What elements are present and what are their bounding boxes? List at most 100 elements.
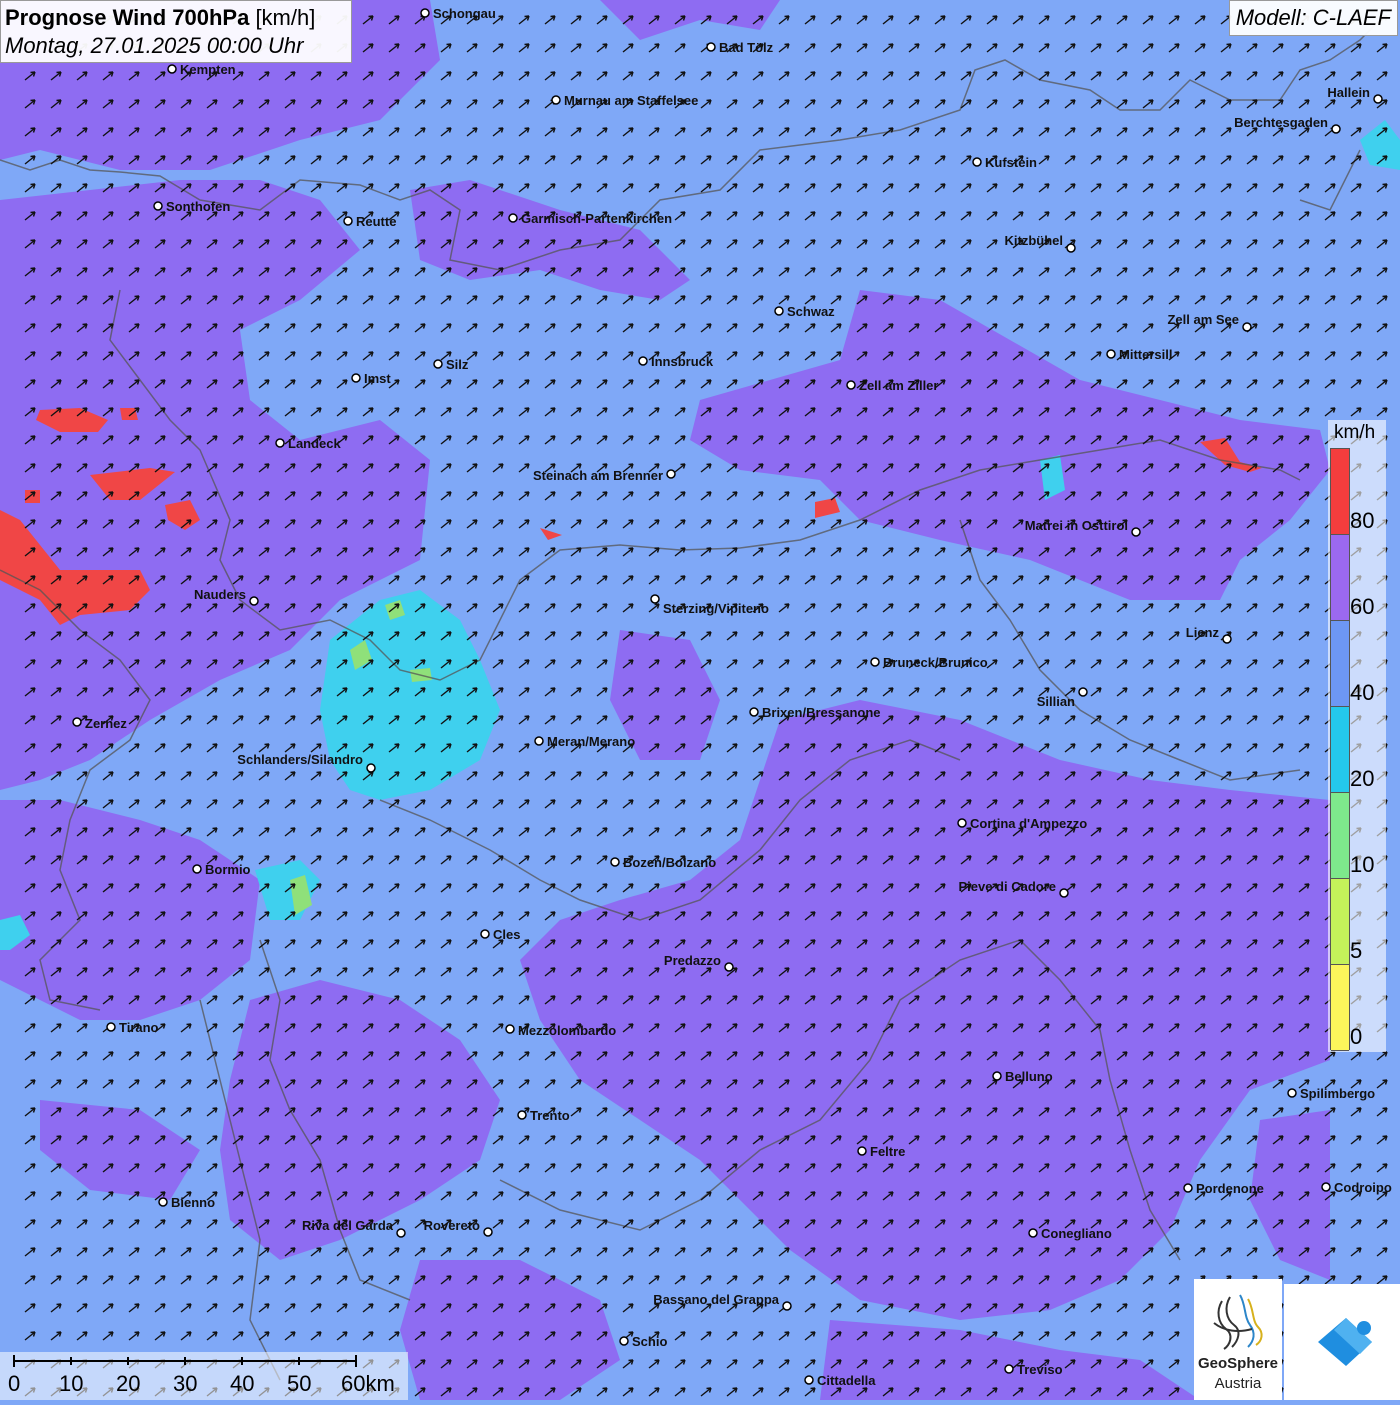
city-label: Garmisch-Partenkirchen [521, 211, 672, 226]
city-label: Silz [446, 357, 469, 372]
city-label: Kitzbühel [1005, 233, 1064, 248]
city-label: Mezzolombardo [518, 1023, 616, 1038]
legend-swatch [1331, 879, 1349, 965]
city-label: Rovereto [424, 1218, 480, 1233]
city-label: Hallein [1327, 85, 1370, 100]
city-label: Innsbruck [651, 354, 714, 369]
city-label: Landeck [288, 436, 342, 451]
legend-label: 60 [1350, 594, 1375, 619]
city-label: Nauders [194, 587, 246, 602]
city-label: Bienno [171, 1195, 215, 1210]
city-label: Zell am Ziller [859, 378, 938, 393]
city-label: Zernez [85, 716, 127, 731]
city-label: Codroipo [1334, 1180, 1392, 1195]
city-marker[interactable]: Cortina d'Ampezzo [957, 816, 1087, 831]
scale-label: 60km [341, 1371, 395, 1396]
city-label: Brixen/Bressanone [762, 705, 881, 720]
scale-label: 40 [230, 1371, 255, 1396]
cloud-mountain-icon [1318, 1318, 1372, 1366]
geosphere-logo[interactable]: GeoSphere Austria [1194, 1279, 1282, 1400]
city-marker[interactable]: Garmisch-Partenkirchen [508, 211, 672, 226]
city-marker[interactable]: Bruneck/Brunico [870, 655, 988, 670]
partner-logo[interactable] [1284, 1284, 1400, 1400]
city-label: Tirano [119, 1020, 159, 1035]
scale-bar: 0 10 20 30 40 50 60km [0, 1352, 408, 1400]
city-label: Schongau [433, 6, 496, 21]
city-marker[interactable]: Sonthofen [153, 199, 230, 214]
color-legend: km/h 80 60 40 20 10 5 0 [1328, 420, 1386, 1052]
city-label: Bad Tölz [719, 40, 774, 55]
city-label: Schio [632, 1334, 667, 1349]
city-marker[interactable]: Steinach am Brenner [533, 468, 676, 483]
city-label: Kufstein [985, 155, 1037, 170]
legend-label: 0 [1350, 1024, 1363, 1049]
city-label: Bormio [205, 862, 251, 877]
logo-org-name: GeoSphere [1197, 1355, 1279, 1372]
map-date: Montag, 27.01.2025 00:00 Uhr [5, 33, 304, 58]
city-marker[interactable]: Spilimbergo [1287, 1086, 1375, 1101]
city-label: Pieve di Cadore [958, 879, 1056, 894]
city-label: Bassano del Grappa [653, 1292, 779, 1307]
city-label: Matrei in Osttirol [1025, 518, 1128, 533]
city-label: Steinach am Brenner [533, 468, 663, 483]
red-area [120, 408, 138, 420]
city-marker[interactable]: Innsbruck [638, 354, 714, 369]
city-marker[interactable]: Pordenone [1183, 1181, 1264, 1196]
city-marker[interactable]: Mezzolombardo [505, 1023, 616, 1038]
geosphere-emblem-icon [1213, 1294, 1263, 1350]
legend-swatch [1331, 707, 1349, 793]
legend-swatch [1331, 621, 1349, 707]
city-label: Reutte [356, 214, 396, 229]
city-marker[interactable]: Conegliano [1028, 1226, 1112, 1241]
city-marker[interactable]: Zell am Ziller [846, 378, 938, 393]
city-label: Riva del Garda [302, 1218, 394, 1233]
scale-label: 50 [287, 1371, 312, 1396]
legend-color-bar [1330, 448, 1350, 1051]
legend-swatch [1331, 793, 1349, 879]
title-unit: [km/h] [255, 5, 316, 30]
city-label: Schwaz [787, 304, 835, 319]
legend-label: 80 [1350, 508, 1375, 533]
city-label: Trento [530, 1108, 570, 1123]
city-marker[interactable]: Bozen/Bolzano [610, 855, 716, 870]
scale-label: 20 [116, 1371, 141, 1396]
title-bold: Prognose Wind 700hPa [5, 5, 250, 30]
city-label: Pordenone [1196, 1181, 1264, 1196]
city-label: Berchtesgaden [1234, 115, 1328, 130]
city-label: Bruneck/Brunico [883, 655, 988, 670]
city-label: Cortina d'Ampezzo [970, 816, 1087, 831]
city-label: Spilimbergo [1300, 1086, 1375, 1101]
legend-label: 20 [1350, 766, 1375, 791]
scale-label: 10 [59, 1371, 84, 1396]
city-label: Sterzing/Vipiteno [663, 601, 769, 616]
city-label: Predazzo [664, 953, 721, 968]
map-title-box: Prognose Wind 700hPa [km/h] Montag, 27.0… [0, 0, 352, 63]
city-label: Zell am See [1167, 312, 1239, 327]
legend-label: 5 [1350, 938, 1363, 963]
city-label: Schlanders/Silandro [237, 752, 363, 767]
city-label: Belluno [1005, 1069, 1053, 1084]
city-label: Cittadella [817, 1373, 876, 1388]
scale-label: 0 [8, 1371, 21, 1396]
city-marker[interactable]: Meran/Merano [534, 734, 635, 749]
city-label: Murnau am Staffelsee [564, 93, 698, 108]
city-label: Meran/Merano [547, 734, 635, 749]
logo-org-country: Austria [1214, 1375, 1262, 1392]
city-marker[interactable]: Brixen/Bressanone [749, 705, 881, 720]
city-label: Bozen/Bolzano [623, 855, 716, 870]
city-label: Feltre [870, 1144, 905, 1159]
city-label: Kempten [180, 62, 236, 77]
legend-label: 40 [1350, 680, 1375, 705]
legend-label: 10 [1350, 852, 1375, 877]
wind-map[interactable]: Schongau Bad Tölz Kempten Murnau am Staf… [0, 0, 1400, 1400]
city-marker[interactable]: Schongau [420, 6, 496, 21]
city-label: Sonthofen [166, 199, 230, 214]
legend-swatch [1331, 535, 1349, 621]
legend-swatch [1331, 965, 1349, 1051]
legend-unit: km/h [1334, 422, 1376, 443]
legend-swatch [1331, 449, 1349, 535]
city-label: Sillian [1037, 694, 1075, 709]
map-title: Prognose Wind 700hPa [km/h] [5, 4, 347, 32]
city-label: Conegliano [1041, 1226, 1112, 1241]
city-marker[interactable]: Murnau am Staffelsee [551, 93, 698, 108]
